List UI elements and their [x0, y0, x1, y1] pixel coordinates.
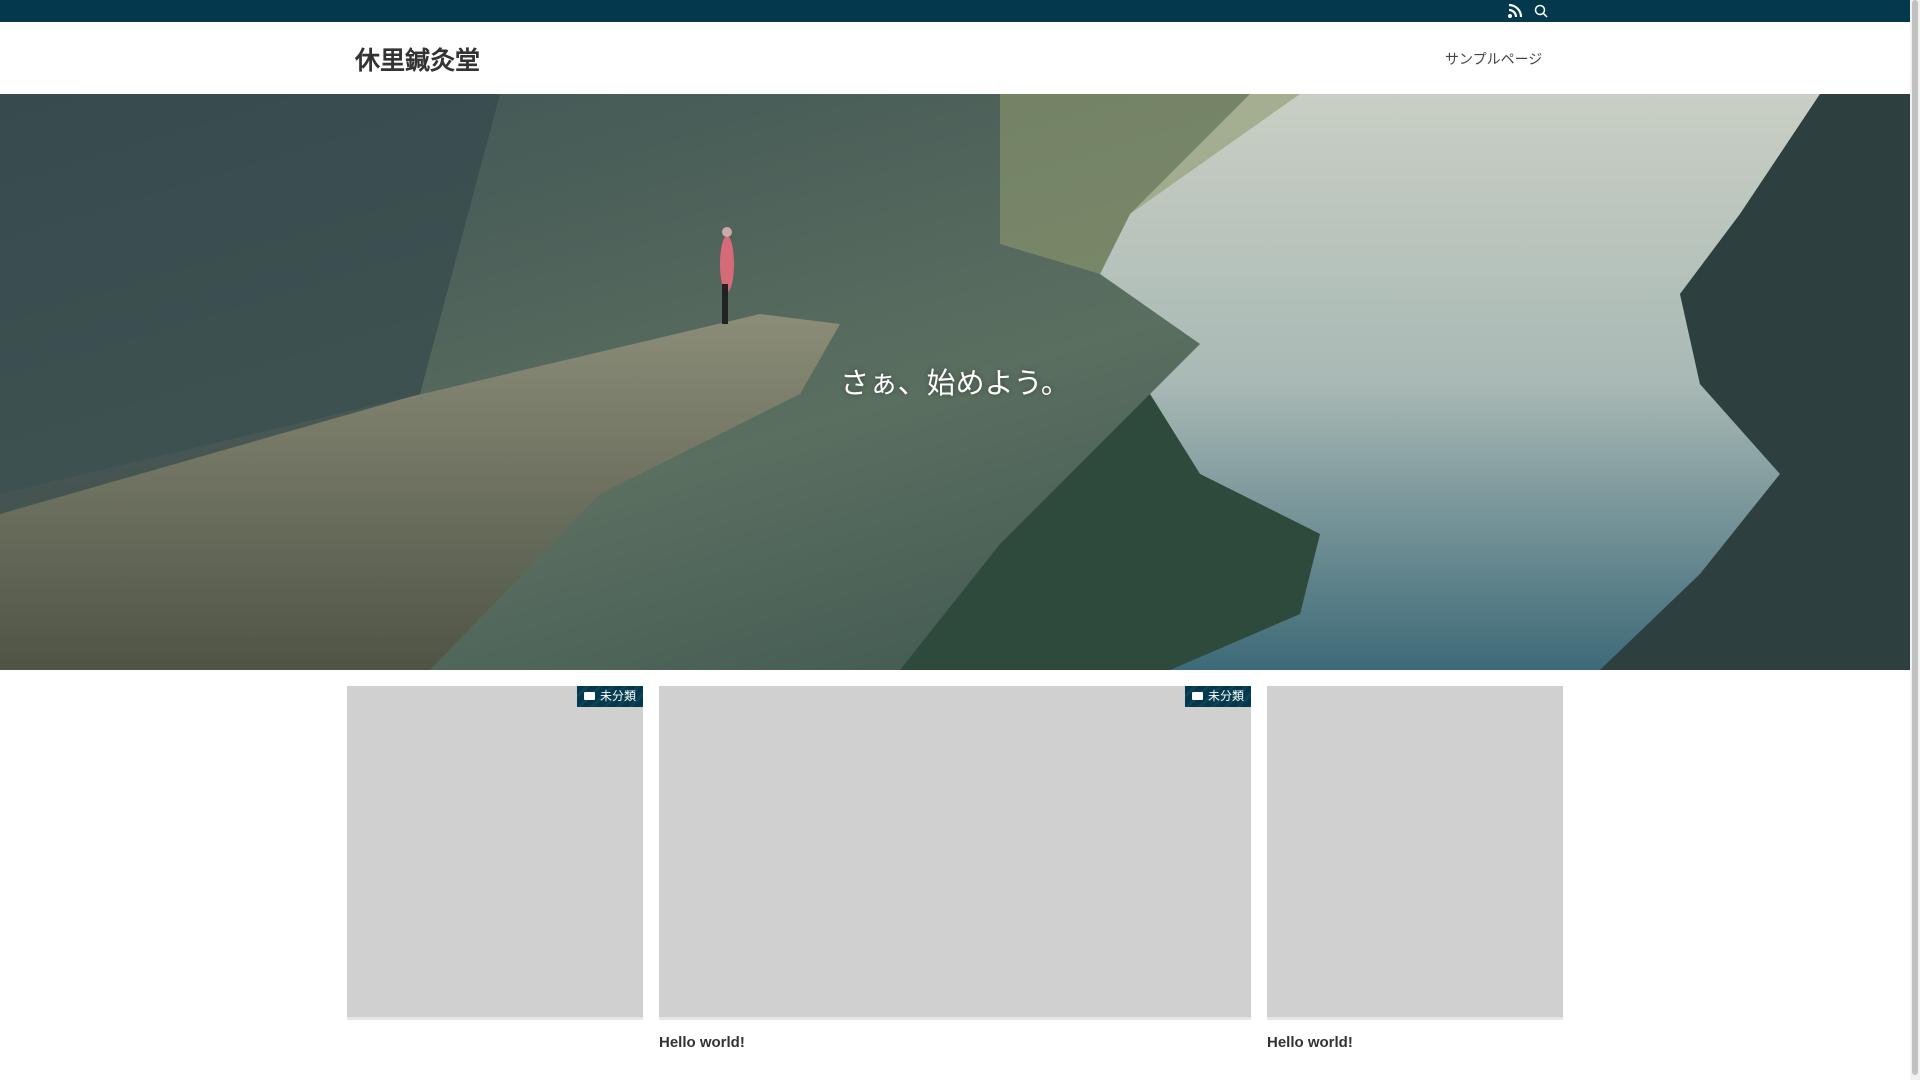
- scrollbar[interactable]: [1910, 0, 1920, 1080]
- category-label: 未分類: [1207, 689, 1244, 703]
- hero-image: さぁ、始めよう。: [0, 94, 1910, 670]
- site-title[interactable]: 休里鍼灸堂: [355, 41, 480, 77]
- post-card-thumbnail[interactable]: 未分類: [659, 686, 1251, 1020]
- post-title[interactable]: Hello world!: [659, 1034, 745, 1051]
- post-card-thumbnail[interactable]: [1267, 686, 1563, 1020]
- category-badge[interactable]: 未分類: [1184, 686, 1251, 707]
- folder-icon: [1191, 692, 1203, 700]
- category-badge[interactable]: 未分類: [576, 686, 643, 707]
- post-card-thumbnail[interactable]: 未分類: [347, 686, 643, 1020]
- scrollbar-thumb[interactable]: [1912, 0, 1918, 1075]
- rss-icon[interactable]: [1507, 3, 1523, 19]
- nav-item-sample-page[interactable]: サンプルページ: [1445, 49, 1542, 69]
- folder-icon: [583, 692, 595, 700]
- post-title[interactable]: Hello world!: [1267, 1034, 1353, 1051]
- hero-heading: さぁ、始めよう。: [840, 368, 1070, 400]
- category-label: 未分類: [599, 689, 636, 703]
- site-header: 休里鍼灸堂 サンプルページ: [0, 22, 1910, 94]
- top-bar: [0, 0, 1910, 22]
- search-icon[interactable]: [1533, 3, 1549, 19]
